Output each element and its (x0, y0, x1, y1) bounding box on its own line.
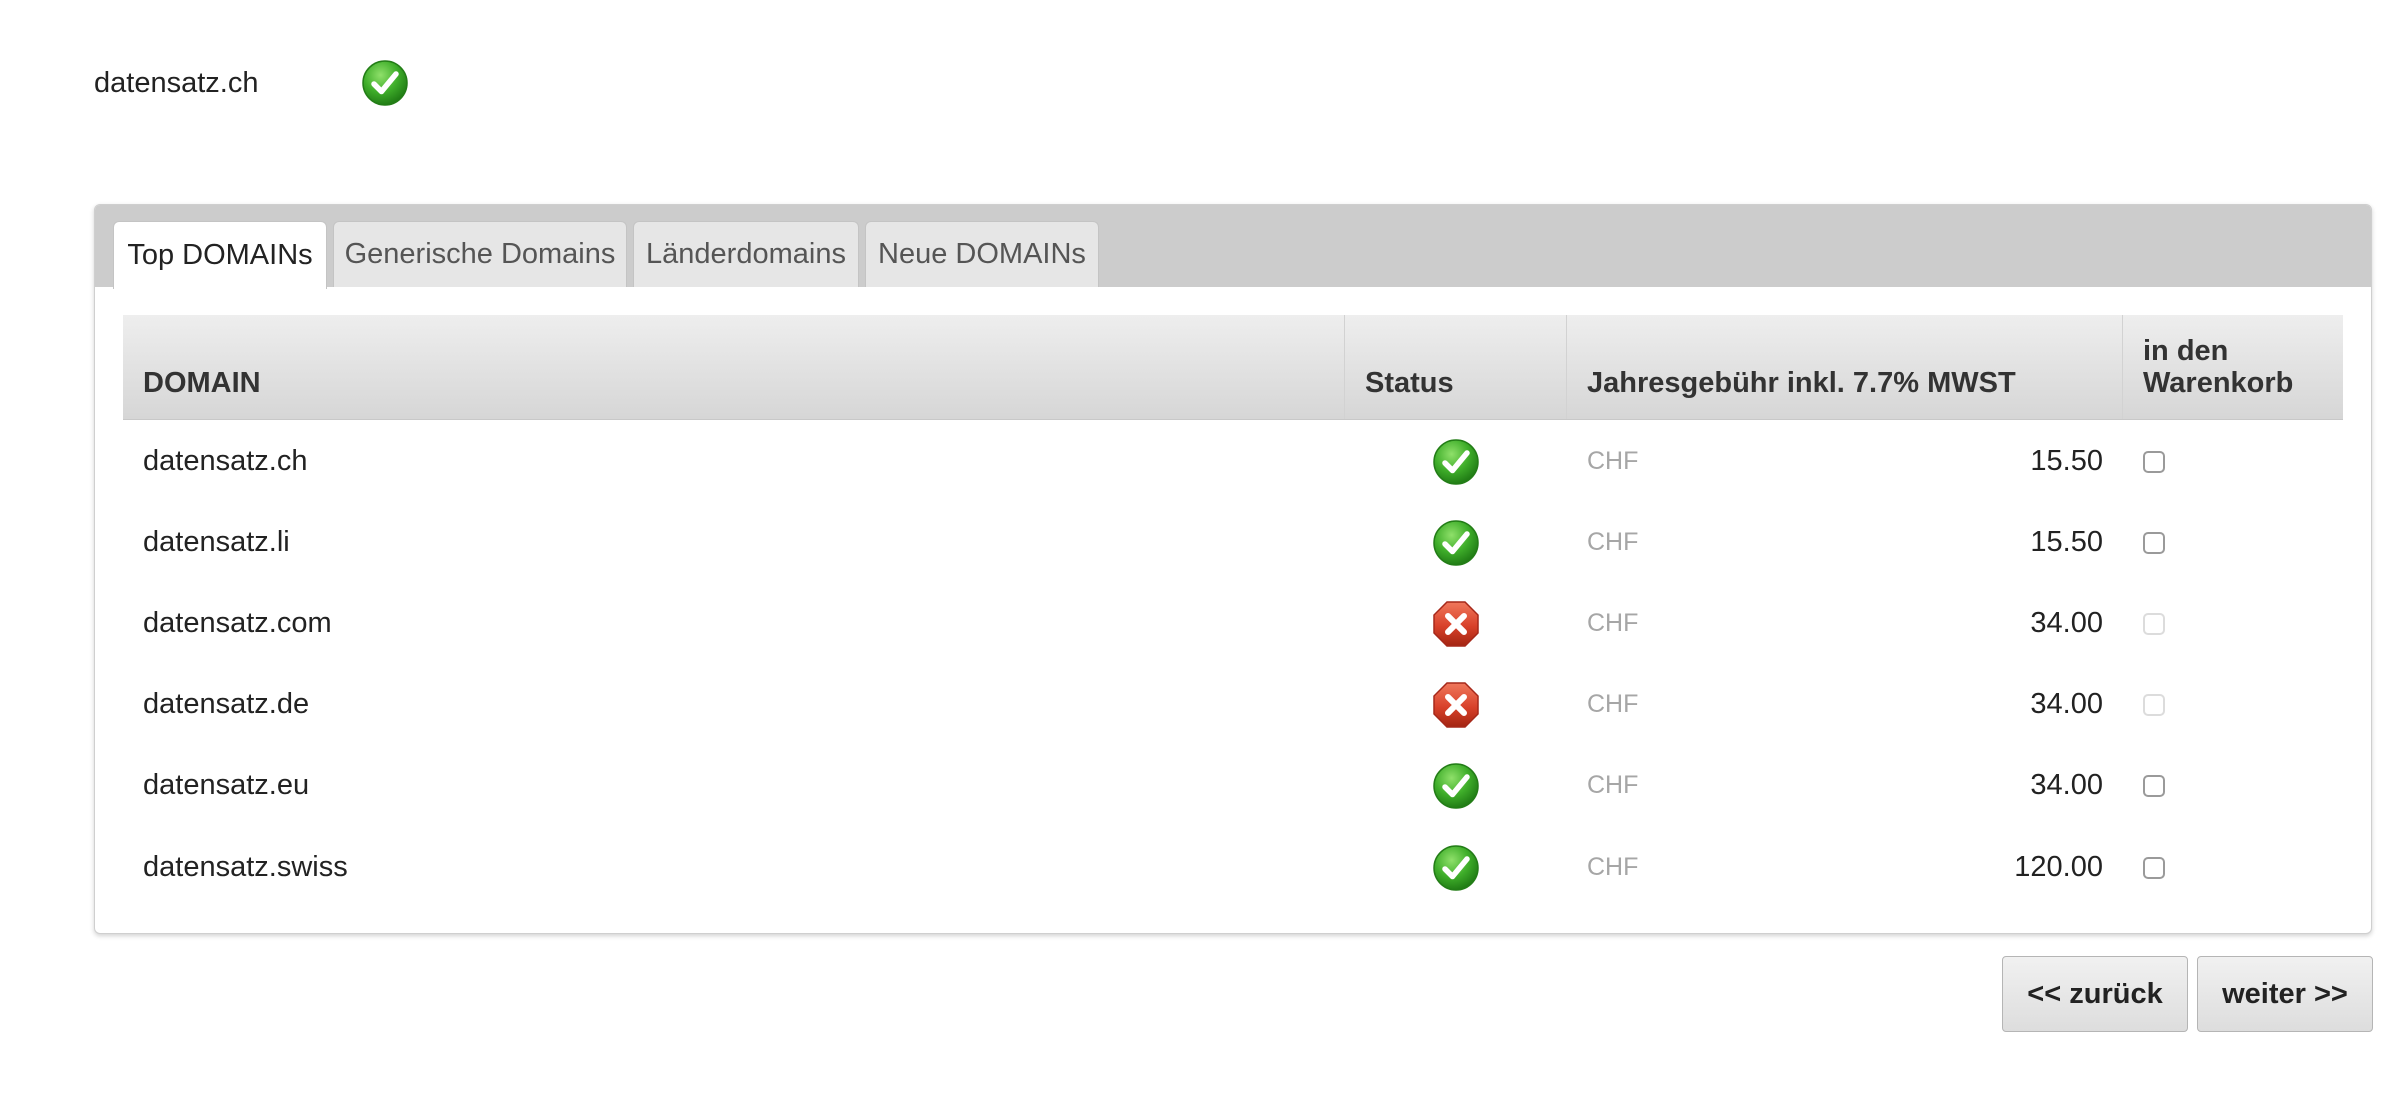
x-octagon-icon (1431, 680, 1481, 730)
domain-cell: datensatz.eu (143, 769, 310, 801)
price-value: 15.50 (2030, 526, 2103, 558)
back-button[interactable]: << zurück (2002, 956, 2188, 1032)
currency-label: CHF (1587, 447, 1639, 475)
table-row: datensatz.com CHF 34.00 (123, 583, 2343, 664)
add-to-cart-checkbox[interactable] (2143, 856, 2165, 879)
price-value: 34.00 (2030, 688, 2103, 720)
search-result: datensatz.ch (94, 50, 410, 116)
column-header-domain: DOMAIN (123, 315, 1345, 419)
domain-cell: datensatz.swiss (143, 851, 348, 883)
column-header-fee: Jahresgebühr inkl. 7.7% MWST (1567, 315, 2123, 419)
tab-laenderdomains[interactable]: Länderdomains (633, 221, 859, 287)
check-circle-icon (1431, 518, 1481, 568)
add-to-cart-checkbox[interactable] (2143, 450, 2165, 473)
check-circle-icon (1431, 843, 1481, 893)
column-header-status: Status (1345, 315, 1567, 419)
add-to-cart-checkbox-disabled (2143, 612, 2165, 635)
price-value: 120.00 (2014, 851, 2103, 883)
domain-cell: datensatz.de (143, 688, 310, 720)
add-to-cart-checkbox-disabled (2143, 693, 2165, 716)
column-header-cart: in den Warenkorb (2143, 335, 2294, 399)
add-to-cart-checkbox[interactable] (2143, 774, 2165, 797)
currency-label: CHF (1587, 771, 1639, 799)
table-row: datensatz.de CHF 34.00 (123, 664, 2343, 745)
currency-label: CHF (1587, 690, 1639, 718)
domain-cell: datensatz.com (143, 607, 332, 639)
tab-neue-domains[interactable]: Neue DOMAINs (865, 221, 1099, 287)
table-row: datensatz.eu CHF 34.00 (123, 745, 2343, 826)
table-header: DOMAIN Status Jahresgebühr inkl. 7.7% MW… (123, 315, 2343, 420)
check-circle-icon (360, 58, 410, 108)
price-value: 34.00 (2030, 769, 2103, 801)
x-octagon-icon (1431, 599, 1481, 649)
currency-label: CHF (1587, 528, 1639, 556)
domain-cell: datensatz.ch (143, 445, 308, 477)
currency-label: CHF (1587, 609, 1639, 637)
check-circle-icon (1431, 761, 1481, 811)
table-row: datensatz.swiss CHF 120.00 (123, 827, 2343, 908)
add-to-cart-checkbox[interactable] (2143, 531, 2165, 554)
table-row: datensatz.li CHF 15.50 (123, 502, 2343, 583)
tab-top-domains[interactable]: Top DOMAINs (113, 221, 327, 289)
price-value: 15.50 (2030, 445, 2103, 477)
price-value: 34.00 (2030, 607, 2103, 639)
search-result-domain: datensatz.ch (94, 66, 259, 99)
table-row: datensatz.ch CHF 15.50 (123, 421, 2343, 502)
check-circle-icon (1431, 437, 1481, 487)
tab-bar: Top DOMAINs Generische Domains Länderdom… (95, 205, 2371, 289)
domain-cell: datensatz.li (143, 526, 290, 558)
next-button[interactable]: weiter >> (2197, 956, 2373, 1032)
domain-tabs-panel: Top DOMAINs Generische Domains Länderdom… (94, 204, 2372, 934)
tab-generische-domains[interactable]: Generische Domains (333, 221, 627, 287)
currency-label: CHF (1587, 853, 1639, 881)
